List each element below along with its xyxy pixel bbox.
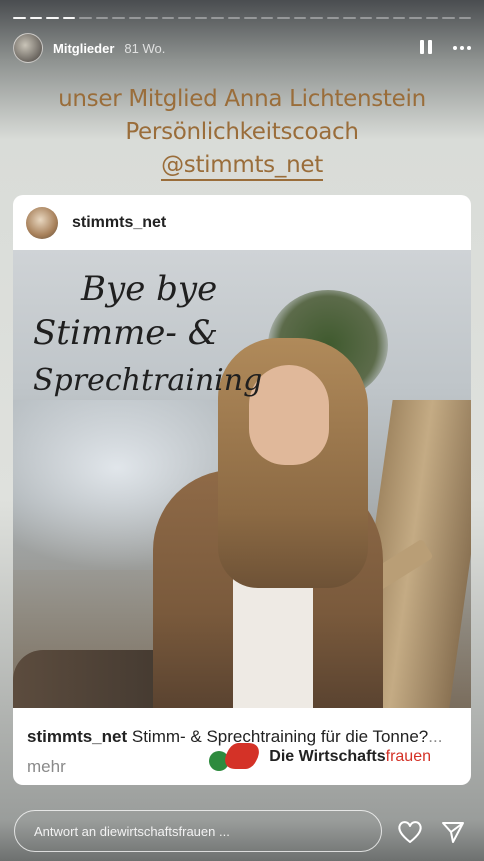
- progress-segment: [29, 17, 42, 19]
- progress-segment: [293, 17, 306, 19]
- story-username[interactable]: Mitglieder: [53, 41, 114, 56]
- progress-segment: [359, 17, 372, 19]
- brand-name: Die Wirtschaftsfrauen: [269, 748, 431, 765]
- progress-segment: [13, 17, 26, 19]
- progress-segment: [128, 17, 141, 19]
- progress-segment: [376, 17, 389, 19]
- profile-avatar[interactable]: [13, 33, 43, 63]
- heart-icon[interactable]: [397, 820, 423, 844]
- progress-segment: [227, 17, 240, 19]
- post-avatar[interactable]: [26, 206, 58, 239]
- progress-segment: [194, 17, 207, 19]
- caption-username[interactable]: stimmts_net: [27, 727, 127, 746]
- progress-segment: [46, 17, 59, 19]
- reply-placeholder: Antwort an diewirtschaftsfrauen ...: [34, 823, 230, 839]
- progress-segment: [112, 17, 125, 19]
- progress-segment: [458, 17, 471, 19]
- progress-segment: [260, 17, 273, 19]
- brand-logo-mark: [209, 743, 267, 771]
- progress-segment: [442, 17, 455, 19]
- post-image-text: Bye bye Stimme- & Sprechtraining: [33, 269, 263, 398]
- post-header: stimmts_net: [13, 195, 471, 250]
- reply-input[interactable]: Antwort an diewirtschaftsfrauen ...: [14, 810, 382, 852]
- story-headline: unser Mitglied Anna Lichtenstein Persönl…: [0, 83, 484, 182]
- progress-segment: [62, 17, 75, 19]
- progress-segment: [277, 17, 290, 19]
- pause-icon[interactable]: [419, 40, 433, 56]
- story-header: Mitglieder 81 Wo.: [13, 30, 471, 66]
- progress-segment: [161, 17, 174, 19]
- progress-segment: [392, 17, 405, 19]
- mention-sticker[interactable]: @stimmts_net: [161, 151, 323, 181]
- progress-segment: [211, 17, 224, 19]
- progress-segment: [326, 17, 339, 19]
- shared-post-card[interactable]: stimmts_net Bye bye Stimme- & Sprechtrai…: [13, 195, 471, 785]
- story-progress-bar: [13, 17, 471, 20]
- post-username[interactable]: stimmts_net: [72, 214, 166, 232]
- progress-segment: [145, 17, 158, 19]
- headline-line-2: Persönlichkeitscoach: [125, 119, 359, 145]
- progress-segment: [310, 17, 323, 19]
- story-timestamp: 81 Wo.: [124, 40, 166, 56]
- progress-segment: [178, 17, 191, 19]
- progress-segment: [244, 17, 257, 19]
- send-icon[interactable]: [441, 820, 465, 844]
- progress-segment: [343, 17, 356, 19]
- progress-segment: [79, 17, 92, 19]
- progress-segment: [409, 17, 422, 19]
- post-image: Bye bye Stimme- & Sprechtraining: [13, 250, 471, 708]
- more-options-icon[interactable]: [453, 46, 471, 50]
- headline-line-1: unser Mitglied Anna Lichtenstein: [58, 86, 426, 112]
- progress-segment: [95, 17, 108, 19]
- brand-logo: Die Wirtschaftsfrauen: [209, 743, 431, 771]
- progress-segment: [425, 17, 438, 19]
